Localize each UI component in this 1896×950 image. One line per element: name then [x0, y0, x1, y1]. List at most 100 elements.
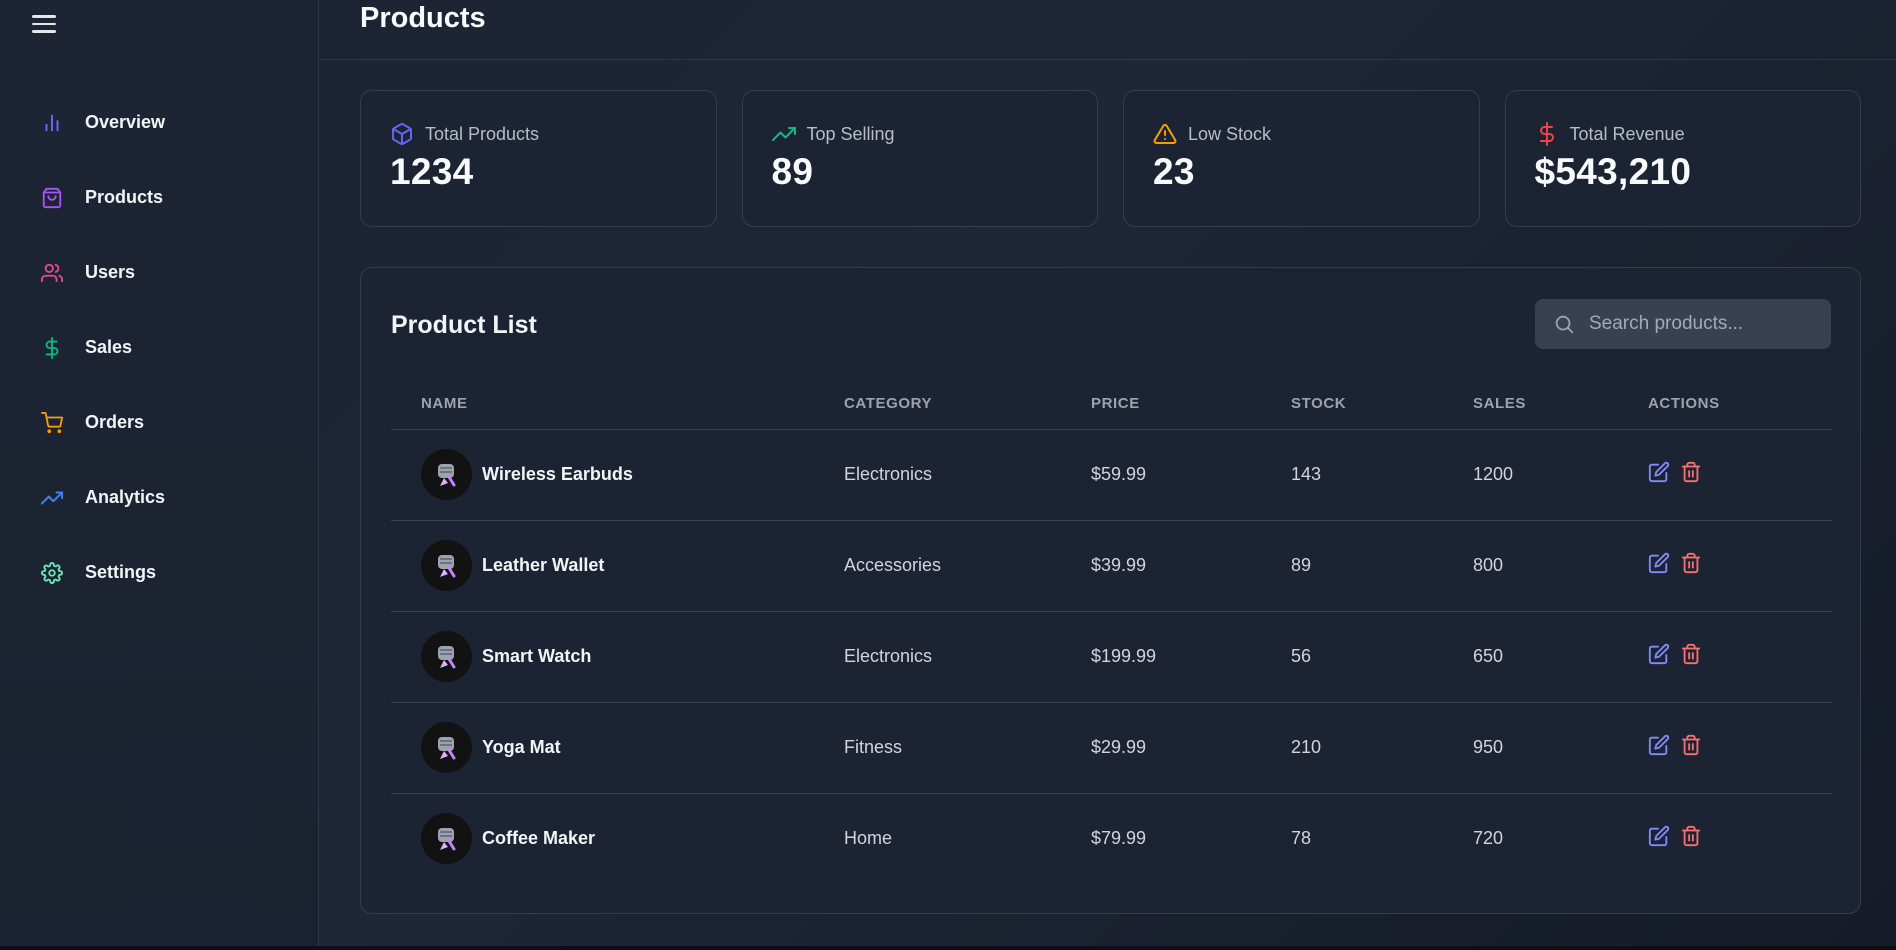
products-table: NAME CATEGORY PRICE STOCK SALES ACTIONS … — [391, 378, 1832, 884]
column-header-price[interactable]: PRICE — [1061, 378, 1261, 430]
product-sales: 1200 — [1443, 429, 1618, 521]
trash-icon[interactable] — [1680, 552, 1702, 574]
sidebar-item-label: Orders — [85, 412, 145, 432]
sidebar-item-label: Analytics — [85, 487, 166, 507]
sidebar-item-label: Users — [85, 262, 136, 282]
sidebar-item-users[interactable]: Users — [0, 235, 319, 310]
product-avatar — [421, 631, 472, 682]
bar-chart-icon — [40, 111, 64, 135]
stat-value: 89 — [771, 151, 814, 192]
product-avatar — [421, 722, 472, 773]
product-avatar — [421, 813, 472, 865]
product-stock: 56 — [1261, 611, 1443, 703]
product-name[interactable]: Coffee Maker — [482, 828, 595, 849]
product-name[interactable]: Leather Wallet — [482, 555, 604, 576]
shopping-bag-icon — [40, 186, 64, 210]
sidebar: Overview Products Users Sales Orders Ana… — [0, 0, 319, 946]
table-row: Leather Wallet Accessories $39.99 89 800 — [391, 520, 1832, 612]
sidebar-item-orders[interactable]: Orders — [0, 385, 319, 460]
product-avatar — [421, 449, 472, 500]
product-sales: 650 — [1443, 611, 1618, 703]
table-header-row: NAME CATEGORY PRICE STOCK SALES ACTIONS — [391, 378, 1832, 430]
stat-label: Top Selling — [806, 123, 895, 144]
trash-icon[interactable] — [1680, 825, 1702, 847]
product-sales: 720 — [1473, 828, 1504, 849]
trash-icon[interactable] — [1680, 461, 1702, 483]
search-box[interactable] — [1535, 299, 1831, 349]
stat-label: Total Products — [425, 123, 540, 144]
sidebar-item-settings[interactable]: Settings — [0, 535, 319, 610]
column-header-actions: ACTIONS — [1618, 378, 1832, 430]
table-row: Yoga Mat Fitness $29.99 210 950 — [391, 702, 1832, 794]
table-row: Wireless Earbuds Electronics $59.99 143 … — [391, 429, 1832, 521]
edit-icon[interactable] — [1648, 552, 1670, 574]
hamburger-menu-icon[interactable] — [32, 12, 58, 36]
product-list-title: Product List — [391, 311, 537, 339]
sidebar-item-label: Settings — [85, 562, 157, 582]
edit-icon[interactable] — [1648, 461, 1670, 483]
column-header-category[interactable]: CATEGORY — [814, 378, 1061, 430]
product-avatar — [421, 540, 472, 591]
column-header-stock[interactable]: STOCK — [1261, 378, 1443, 430]
product-name[interactable]: Wireless Earbuds — [482, 464, 633, 485]
sidebar-item-products[interactable]: Products — [0, 160, 319, 235]
trash-icon[interactable] — [1680, 734, 1702, 756]
product-sales: 800 — [1443, 520, 1618, 612]
alert-triangle-icon — [1153, 122, 1177, 146]
shopping-cart-icon — [40, 411, 64, 435]
trending-up-icon — [771, 122, 796, 146]
stat-card-total-products: Total Products 1234 — [360, 90, 717, 227]
column-header-name[interactable]: NAME — [391, 378, 814, 430]
search-icon — [1555, 315, 1574, 334]
product-price: $59.99 — [1061, 429, 1261, 521]
sidebar-item-sales[interactable]: Sales — [0, 310, 319, 385]
stat-label: Low Stock — [1188, 123, 1272, 144]
product-stock: 89 — [1261, 520, 1443, 612]
package-icon — [390, 122, 414, 146]
sidebar-item-label: Products — [85, 187, 164, 207]
product-price: $29.99 — [1061, 702, 1261, 794]
edit-icon[interactable] — [1648, 734, 1670, 756]
stat-value: $543,210 — [1534, 151, 1692, 192]
column-header-sales[interactable]: SALES — [1443, 378, 1618, 430]
product-price: $199.99 — [1061, 611, 1261, 703]
product-stock: 78 — [1291, 828, 1312, 849]
product-price: $39.99 — [1061, 520, 1261, 612]
product-sales: 950 — [1443, 702, 1618, 794]
product-price: $79.99 — [1091, 828, 1147, 849]
stats-row: Total Products 1234 Top Selling 89 Low S… — [360, 90, 1861, 227]
page-header: Products — [320, 0, 1896, 60]
stat-value: 1234 — [390, 151, 474, 192]
page-title: Products — [360, 2, 486, 34]
product-category: Fitness — [814, 702, 1061, 794]
trash-icon[interactable] — [1680, 643, 1702, 665]
product-category: Electronics — [814, 429, 1061, 521]
stat-card-top-selling: Top Selling 89 — [741, 90, 1098, 227]
users-icon — [40, 261, 64, 285]
stat-card-total-revenue: Total Revenue $543,210 — [1504, 90, 1861, 227]
edit-icon[interactable] — [1648, 825, 1670, 847]
search-input[interactable] — [1589, 313, 1809, 335]
product-category: Home — [844, 828, 893, 849]
sidebar-item-overview[interactable]: Overview — [0, 85, 319, 160]
product-name[interactable]: Yoga Mat — [482, 737, 561, 758]
table-row: Coffee Maker Home $79.99 78 720 — [391, 793, 1832, 884]
product-category: Electronics — [814, 611, 1061, 703]
dollar-sign-icon — [1535, 122, 1559, 146]
sidebar-nav: Overview Products Users Sales Orders Ana… — [0, 85, 319, 610]
product-list-panel: Product List NAME CATEGORY PRICE STOCK S… — [360, 267, 1861, 914]
stat-value: 23 — [1153, 151, 1195, 192]
stat-label: Total Revenue — [1569, 123, 1685, 144]
stat-card-low-stock: Low Stock 23 — [1123, 90, 1480, 227]
bottom-edge — [0, 946, 1896, 950]
sidebar-item-label: Sales — [85, 337, 133, 357]
sidebar-item-analytics[interactable]: Analytics — [0, 460, 319, 535]
table-row: Smart Watch Electronics $199.99 56 650 — [391, 611, 1832, 703]
gear-icon — [40, 561, 64, 585]
trending-up-icon — [40, 486, 64, 510]
edit-icon[interactable] — [1648, 643, 1670, 665]
product-stock: 210 — [1261, 702, 1443, 794]
sidebar-item-label: Overview — [85, 112, 166, 132]
product-stock: 143 — [1261, 429, 1443, 521]
product-name[interactable]: Smart Watch — [482, 646, 591, 667]
